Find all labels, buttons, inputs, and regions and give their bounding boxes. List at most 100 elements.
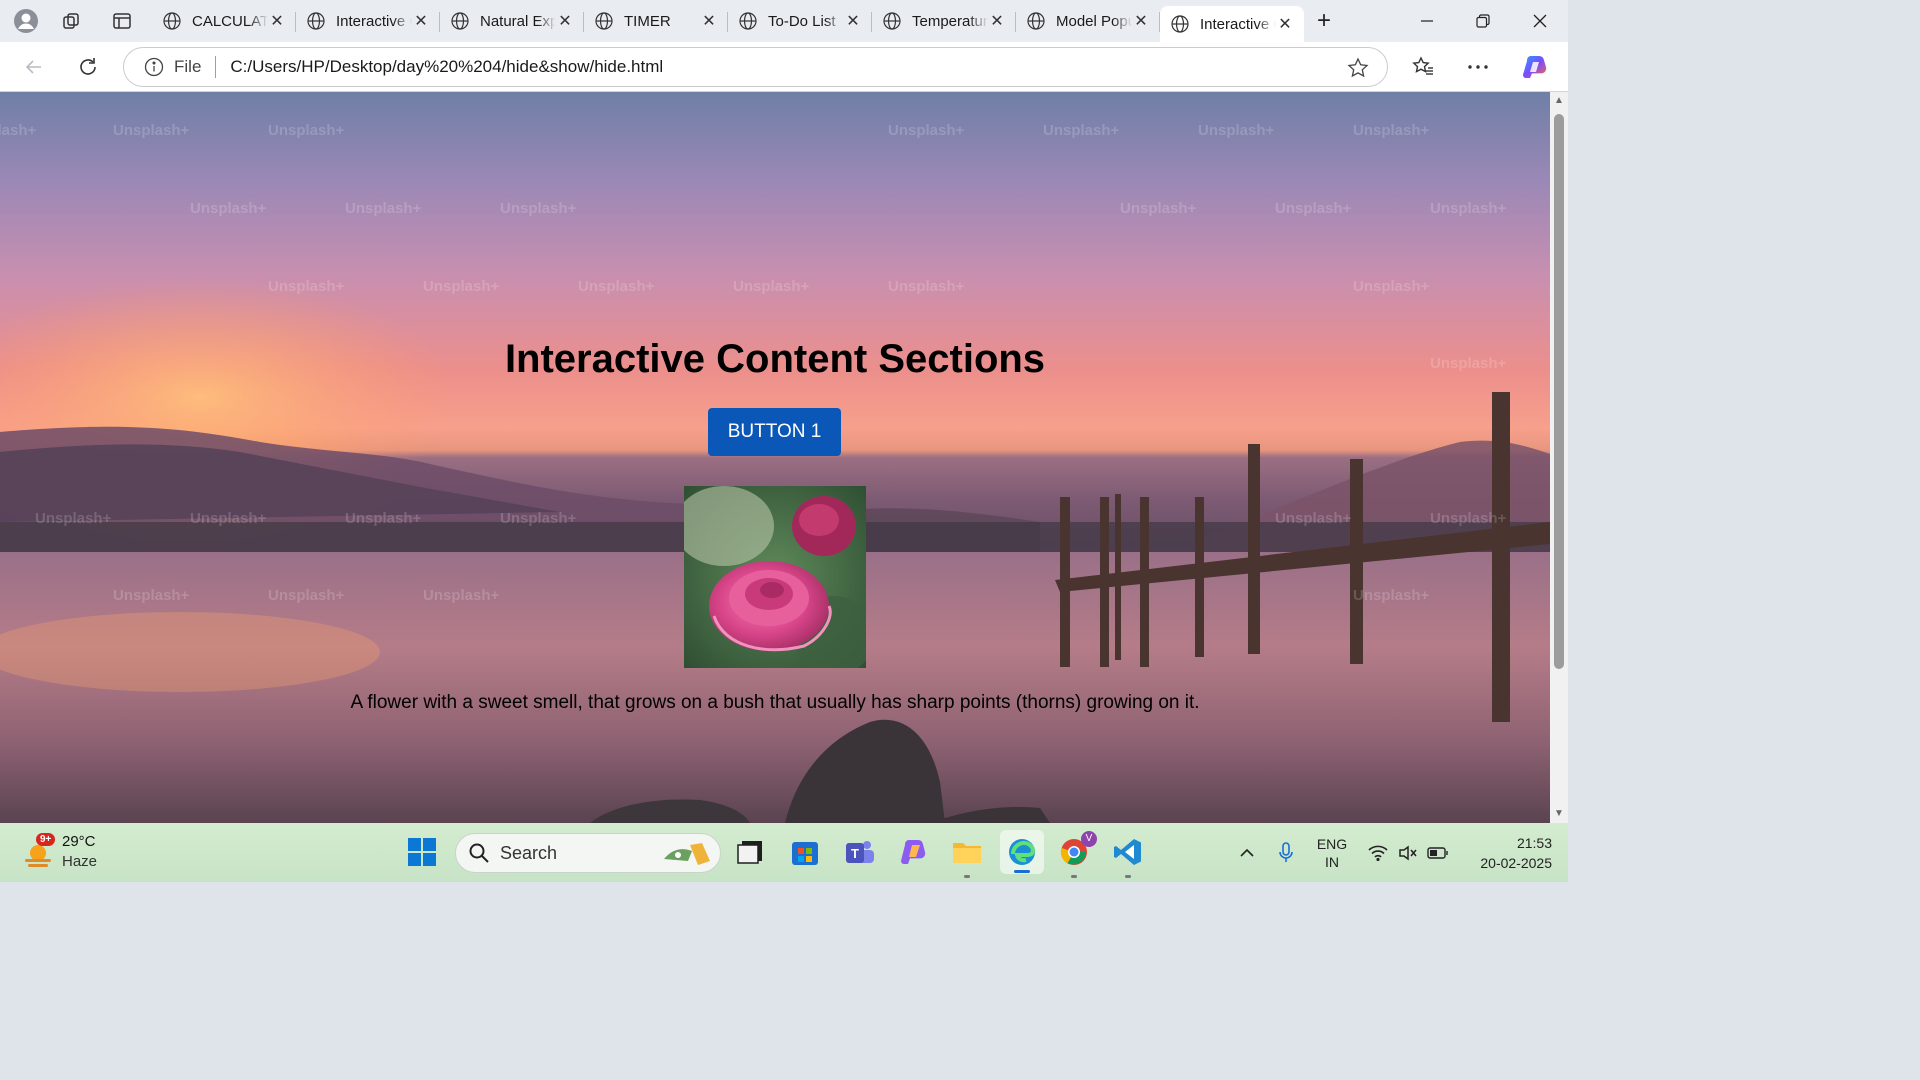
watermark-text: Unsplash+ bbox=[268, 278, 345, 295]
copilot-icon[interactable] bbox=[1517, 51, 1553, 83]
close-tab-icon[interactable]: ✕ bbox=[844, 11, 862, 31]
wifi-icon[interactable] bbox=[1366, 823, 1390, 882]
url-text[interactable]: C:/Users/HP/Desktop/day%20%204/hide&show… bbox=[230, 57, 663, 77]
watermark-text: Unsplash+ bbox=[1198, 122, 1275, 139]
tab-calculator[interactable]: CALCULATOR ✕ bbox=[152, 3, 296, 39]
start-button[interactable] bbox=[405, 835, 439, 869]
watermark-text: Unsplash+ bbox=[888, 278, 965, 295]
weather-condition: Haze bbox=[62, 853, 98, 870]
volume-muted-icon[interactable] bbox=[1396, 823, 1420, 882]
close-tab-icon[interactable]: ✕ bbox=[1132, 11, 1150, 31]
globe-icon bbox=[307, 12, 325, 30]
watermark-text: Unsplash+ bbox=[500, 200, 577, 217]
close-tab-icon[interactable]: ✕ bbox=[556, 11, 574, 31]
notification-badge: 9+ bbox=[36, 833, 56, 846]
page-viewport: Unsplash+ Unsplash+ Unsplash+ Unsplash+ … bbox=[0, 92, 1550, 823]
clock-date: 20-02-2025 bbox=[1480, 854, 1552, 871]
taskbar-search[interactable]: Search bbox=[455, 833, 721, 873]
workspaces-icon[interactable] bbox=[52, 3, 92, 39]
watermark-text: Unsplash+ bbox=[733, 278, 810, 295]
page-title: Interactive Content Sections bbox=[504, 337, 1046, 381]
clock[interactable]: 21:53 20-02-2025 bbox=[1462, 823, 1552, 882]
show-hidden-icons[interactable] bbox=[1234, 823, 1260, 882]
back-button[interactable] bbox=[16, 51, 52, 83]
vertical-scrollbar[interactable]: ▲ ▼ bbox=[1550, 92, 1568, 823]
language-indicator[interactable]: ENG IN bbox=[1312, 823, 1352, 882]
close-tab-icon[interactable]: ✕ bbox=[700, 11, 718, 31]
watermark-text: Unsplash+ bbox=[268, 122, 345, 139]
close-tab-icon[interactable]: ✕ bbox=[412, 11, 430, 31]
tab-interactive-active[interactable]: Interactive Content Sections ✕ bbox=[1160, 6, 1304, 42]
running-indicator bbox=[964, 875, 970, 878]
more-options-icon[interactable] bbox=[1460, 51, 1496, 83]
minimize-button[interactable] bbox=[1399, 0, 1455, 42]
watermark-text: Unsplash+ bbox=[1430, 510, 1507, 527]
running-indicator bbox=[1125, 875, 1131, 878]
globe-icon bbox=[883, 12, 901, 30]
tab-temperature[interactable]: Temperature ✕ bbox=[872, 3, 1016, 39]
scroll-up-arrow[interactable]: ▲ bbox=[1553, 95, 1565, 107]
tab-todo-list[interactable]: To-Do List ✕ bbox=[728, 3, 872, 39]
profile-badge: V bbox=[1081, 831, 1097, 847]
close-tab-icon[interactable]: ✕ bbox=[1276, 14, 1294, 34]
teams-icon[interactable]: T bbox=[842, 835, 876, 869]
globe-icon bbox=[163, 12, 181, 30]
edge-browser-icon[interactable] bbox=[1000, 830, 1044, 874]
watermark-text: Unsplash+ bbox=[0, 122, 37, 139]
address-bar[interactable]: File C:/Users/HP/Desktop/day%20%204/hide… bbox=[123, 47, 1388, 87]
chrome-icon[interactable]: V bbox=[1057, 831, 1097, 878]
scheme-label: File bbox=[174, 57, 202, 76]
close-tab-icon[interactable]: ✕ bbox=[268, 11, 286, 31]
profile-icon[interactable] bbox=[0, 3, 52, 39]
watermark-text: Unsplash+ bbox=[268, 587, 345, 604]
tab-interactive-1[interactable]: Interactive Content Sections ✕ bbox=[296, 3, 440, 39]
microphone-icon[interactable] bbox=[1274, 823, 1298, 882]
favorites-icon[interactable] bbox=[1405, 51, 1441, 83]
toggle-button[interactable]: BUTTON 1 bbox=[708, 408, 841, 456]
watermark-text: Unsplash+ bbox=[345, 200, 422, 217]
watermark-text: Unsplash+ bbox=[1353, 278, 1430, 295]
new-tab-button[interactable]: + bbox=[1304, 3, 1344, 39]
watermark-text: Unsplash+ bbox=[423, 587, 500, 604]
tab-label: Model Popup bbox=[1056, 12, 1132, 30]
battery-icon[interactable] bbox=[1426, 823, 1450, 882]
file-explorer-icon[interactable] bbox=[950, 835, 984, 878]
tab-timer[interactable]: TIMER ✕ bbox=[584, 3, 728, 39]
tab-label: Natural Explorer bbox=[480, 12, 556, 30]
watermark-text: Unsplash+ bbox=[1430, 200, 1507, 217]
globe-icon bbox=[451, 12, 469, 30]
language-code: ENG bbox=[1316, 835, 1348, 852]
search-label: Search bbox=[500, 842, 558, 863]
watermark-text: Unsplash+ bbox=[190, 200, 267, 217]
scroll-down-arrow[interactable]: ▼ bbox=[1553, 808, 1565, 820]
restore-button[interactable] bbox=[1455, 0, 1511, 42]
address-divider bbox=[215, 56, 217, 78]
favorite-star-icon[interactable] bbox=[1347, 57, 1369, 79]
tab-actions-icon[interactable] bbox=[92, 3, 152, 39]
tab-label: Temperature bbox=[912, 12, 988, 30]
microsoft-store-icon[interactable] bbox=[788, 835, 822, 869]
watermark-text: Unsplash+ bbox=[113, 587, 190, 604]
weather-widget[interactable]: 9+ 29°C Haze bbox=[20, 829, 140, 877]
close-tab-icon[interactable]: ✕ bbox=[988, 11, 1006, 31]
watermark-text: Unsplash+ bbox=[1275, 510, 1352, 527]
search-highlight-icon bbox=[664, 843, 710, 865]
tab-model-popup[interactable]: Model Popup ✕ bbox=[1016, 3, 1160, 39]
vscode-icon[interactable] bbox=[1111, 835, 1145, 878]
region-code: IN bbox=[1325, 853, 1339, 870]
tab-natural-explorer[interactable]: Natural Explorer ✕ bbox=[440, 3, 584, 39]
reload-button[interactable] bbox=[70, 51, 106, 83]
close-window-button[interactable] bbox=[1512, 0, 1568, 42]
info-icon[interactable] bbox=[144, 57, 164, 77]
task-view-icon[interactable] bbox=[733, 835, 767, 869]
windows-taskbar: 9+ 29°C Haze Search T V ENG IN 21:53 20-… bbox=[0, 823, 1568, 882]
scrollbar-thumb[interactable] bbox=[1554, 114, 1564, 669]
tab-label: Interactive Content Sections bbox=[336, 12, 412, 30]
copilot-app-icon[interactable] bbox=[896, 835, 930, 869]
watermark-text: Unsplash+ bbox=[1120, 200, 1197, 217]
tab-label: To-Do List bbox=[768, 12, 836, 30]
active-indicator bbox=[1014, 870, 1030, 873]
watermark-text: Unsplash+ bbox=[1353, 587, 1430, 604]
weather-temperature: 29°C bbox=[62, 833, 96, 850]
clock-time: 21:53 bbox=[1516, 834, 1552, 851]
